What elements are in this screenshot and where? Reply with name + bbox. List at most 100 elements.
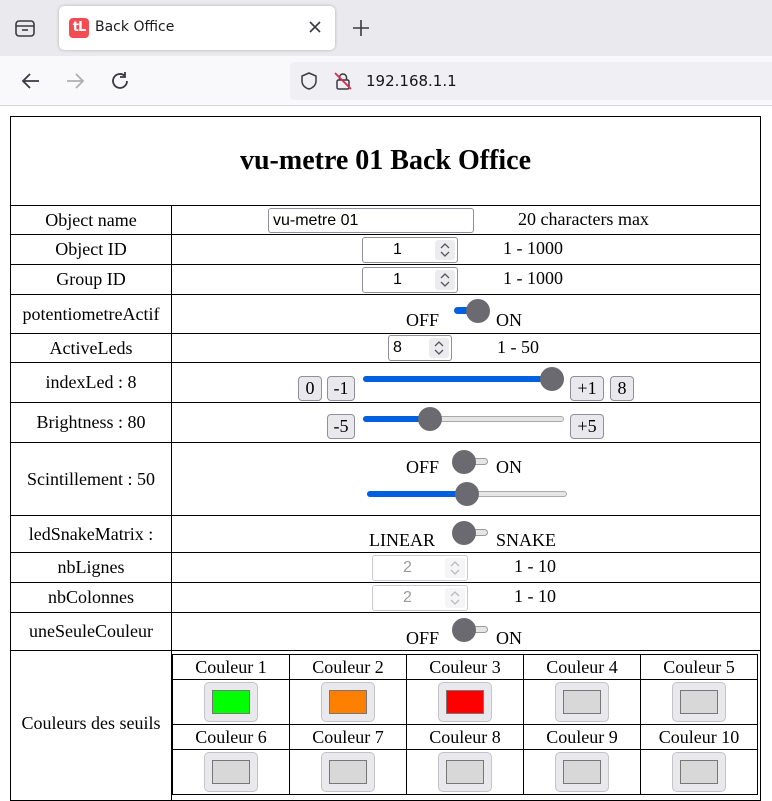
group-id-input[interactable]: 1 [362, 267, 458, 293]
color-swatch-cell [523, 749, 641, 795]
color-swatch-cell [172, 749, 290, 795]
nb-lignes-input[interactable]: 2 [372, 555, 468, 581]
color-picker-button[interactable] [204, 682, 258, 722]
object-id-cell: 1 1 - 1000 [171, 234, 761, 265]
color-swatch [329, 760, 367, 784]
color-swatch [446, 690, 484, 714]
tab-list-icon[interactable] [14, 18, 36, 38]
nb-colonnes-range: 1 - 10 [514, 586, 556, 606]
color-swatch [563, 690, 601, 714]
url-bar[interactable]: 192.168.1.1 [290, 62, 772, 100]
nb-lignes-label: nbLignes [10, 552, 172, 583]
color-picker-button[interactable] [672, 752, 726, 792]
forward-arrow-icon[interactable] [64, 70, 86, 92]
scintillement-label: Scintillement : 50 [10, 442, 172, 516]
index-led-plus-button[interactable]: +1 [570, 376, 604, 401]
page-title: vu-metre 01 Back Office [239, 145, 532, 176]
couleurs-label: Couleurs des seuils [10, 650, 172, 801]
index-led-max-button[interactable]: 8 [610, 376, 634, 401]
potentiometre-cell: OFF ON [171, 294, 761, 334]
brightness-plus-button[interactable]: +5 [570, 414, 604, 439]
brightness-slider[interactable] [363, 407, 564, 431]
une-seule-toggle[interactable] [452, 618, 492, 642]
group-id-range: 1 - 1000 [503, 268, 563, 288]
index-led-zero-button[interactable]: 0 [298, 376, 322, 401]
color-picker-button[interactable] [555, 682, 609, 722]
active-leds-label: ActiveLeds [10, 333, 172, 363]
color-picker-button[interactable] [438, 752, 492, 792]
close-icon[interactable] [307, 19, 323, 35]
insecure-lock-icon[interactable] [334, 72, 352, 90]
color-swatch [212, 690, 250, 714]
color-name-label: Couleur 8 [406, 724, 524, 750]
spin-arrows-icon[interactable] [429, 338, 449, 358]
brightness-cell: -5 +5 [171, 402, 761, 443]
color-swatch [563, 760, 601, 784]
brightness-label: Brightness : 80 [10, 402, 172, 443]
object-name-input[interactable] [268, 208, 474, 233]
nb-colonnes-input[interactable]: 2 [372, 585, 468, 611]
nb-lignes-value: 2 [403, 559, 412, 576]
color-picker-button[interactable] [672, 682, 726, 722]
led-snake-linear-label: LINEAR [369, 530, 435, 550]
color-picker-button[interactable] [438, 682, 492, 722]
color-swatch [446, 760, 484, 784]
spin-arrows-icon[interactable] [445, 558, 465, 578]
led-snake-toggle[interactable] [452, 521, 492, 545]
active-leds-input[interactable]: 8 [388, 335, 452, 361]
color-swatch [329, 690, 367, 714]
index-led-minus-button[interactable]: -1 [327, 376, 355, 401]
led-snake-snake-label: SNAKE [496, 530, 557, 550]
une-seule-label: uneSeuleCouleur [10, 612, 172, 651]
object-id-label: Object ID [10, 234, 172, 265]
active-leds-range: 1 - 50 [497, 337, 539, 357]
scintillement-cell: OFF ON [171, 442, 761, 516]
group-id-label: Group ID [10, 264, 172, 295]
color-name-label: Couleur 1 [172, 654, 290, 680]
tab-title: Back Office [95, 19, 175, 35]
index-led-cell: 0 -1 +1 8 [171, 362, 761, 403]
nav-bar: 192.168.1.1 [0, 56, 772, 106]
tab-back-office[interactable]: tL Back Office [59, 6, 335, 50]
object-name-cell: 20 characters max [171, 205, 761, 235]
color-picker-button[interactable] [555, 752, 609, 792]
shield-icon[interactable] [300, 72, 318, 90]
color-swatch [680, 690, 718, 714]
potentiometre-toggle[interactable] [450, 299, 490, 323]
brightness-minus-button[interactable]: -5 [327, 414, 355, 439]
une-seule-on-label: ON [496, 628, 522, 648]
spin-arrows-icon[interactable] [445, 588, 465, 608]
color-name-label: Couleur 10 [640, 724, 758, 750]
scintillement-toggle[interactable] [452, 450, 492, 474]
title-cell: vu-metre 01 Back Office [10, 116, 761, 206]
object-id-input[interactable]: 1 [362, 237, 458, 263]
back-arrow-icon[interactable] [20, 70, 42, 92]
new-tab-icon[interactable] [352, 19, 370, 37]
led-snake-label: ledSnakeMatrix : [10, 515, 172, 553]
color-swatch-cell [523, 679, 641, 725]
reload-icon[interactable] [109, 70, 131, 92]
potentiometre-label: potentiometreActif [10, 294, 172, 334]
color-picker-button[interactable] [321, 682, 375, 722]
une-seule-cell: OFF ON [171, 612, 761, 651]
color-name-label: Couleur 2 [289, 654, 407, 680]
url-text: 192.168.1.1 [366, 72, 457, 90]
color-picker-button[interactable] [321, 752, 375, 792]
color-name-label: Couleur 3 [406, 654, 524, 680]
color-picker-button[interactable] [204, 752, 258, 792]
color-name-label: Couleur 5 [640, 654, 758, 680]
group-id-cell: 1 1 - 1000 [171, 264, 761, 295]
scintillement-slider[interactable] [367, 482, 567, 506]
index-led-label: indexLed : 8 [10, 362, 172, 403]
color-name-label: Couleur 7 [289, 724, 407, 750]
nb-lignes-cell: 2 1 - 10 [171, 552, 761, 583]
color-swatch-cell [640, 679, 758, 725]
spin-arrows-icon[interactable] [435, 240, 455, 260]
active-leds-cell: 8 1 - 50 [171, 333, 761, 363]
object-name-hint: 20 characters max [518, 209, 649, 229]
spin-arrows-icon[interactable] [435, 270, 455, 290]
color-swatch-cell [172, 679, 290, 725]
index-led-slider[interactable] [363, 367, 564, 391]
led-snake-cell: LINEAR SNAKE [171, 515, 761, 553]
settings-table: vu-metre 01 Back Office Object name 20 c… [10, 116, 761, 801]
